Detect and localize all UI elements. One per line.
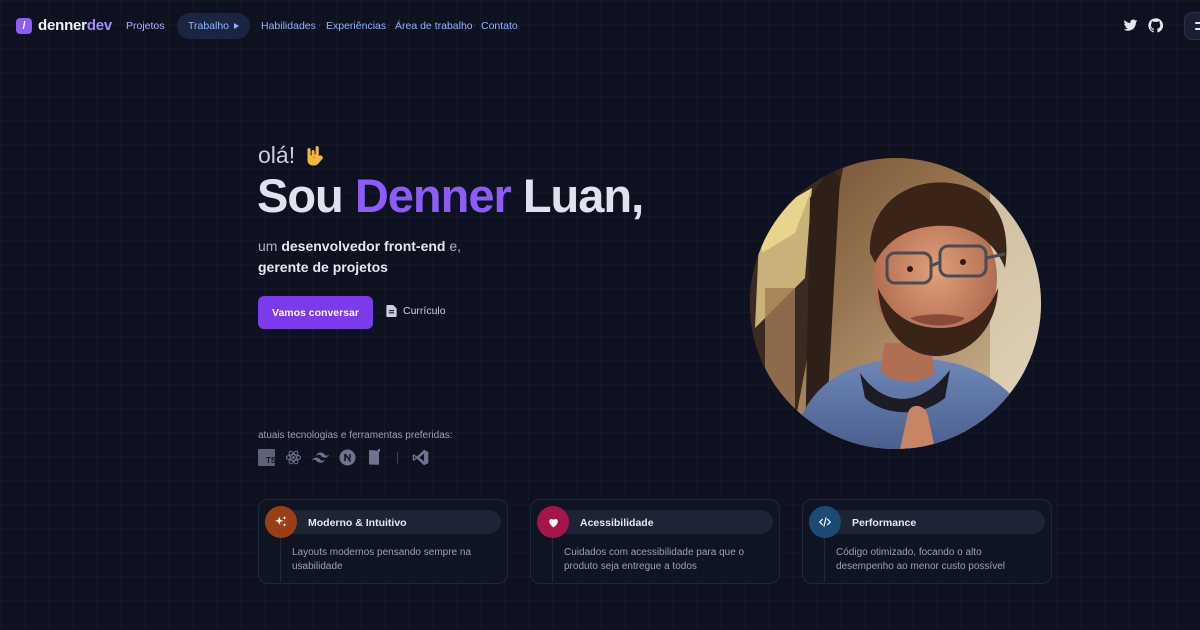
headline-suffix: Luan, <box>510 169 644 222</box>
subtitle: um desenvolvedor front-end e, gerente de … <box>258 236 461 278</box>
nextjs-icon <box>339 449 356 466</box>
code-icon <box>809 506 841 538</box>
headline-prefix: Sou <box>257 169 355 222</box>
resume-link[interactable]: Currículo <box>386 305 446 317</box>
logo-name: denner <box>38 17 87 34</box>
nav-workspace-link[interactable]: Área de trabalho <box>395 20 473 32</box>
headline: Sou Denner Luan, <box>257 168 644 223</box>
subtitle-role-1: desenvolvedor front-end <box>281 238 446 254</box>
vscode-icon <box>412 449 429 466</box>
tech-icons: TS <box>258 449 429 466</box>
document-icon <box>386 305 397 317</box>
nav-separator: · <box>473 20 477 31</box>
feature-card-modern: Moderno & Intuitivo Layouts modernos pen… <box>258 499 508 584</box>
tailwind-icon <box>312 449 329 466</box>
feature-card-accessibility: Acessibilidade Cuidados com acessibilida… <box>530 499 780 584</box>
nav-work-label: Trabalho <box>187 20 230 32</box>
card-connector <box>280 538 281 582</box>
resume-label: Currículo <box>403 305 446 317</box>
card-connector <box>824 538 825 582</box>
nav-separator: · <box>387 20 391 31</box>
tech-divider <box>397 451 398 464</box>
play-icon <box>234 23 240 29</box>
nav-separator: · <box>318 20 322 31</box>
card-description: Cuidados com acessibilidade para que o p… <box>564 547 745 572</box>
storybook-icon <box>366 449 383 466</box>
card-title: Acessibilidade <box>580 517 654 529</box>
menu-button[interactable] <box>1184 12 1200 40</box>
typescript-icon: TS <box>258 449 275 466</box>
logo-text: dennerdev <box>38 17 112 34</box>
greeting-text: olá! <box>258 142 296 168</box>
feature-card-performance: Performance Código otimizado, focando o … <box>802 499 1052 584</box>
twitter-icon[interactable] <box>1123 18 1138 33</box>
card-header <box>809 510 1045 534</box>
card-header <box>537 510 773 534</box>
profile-photo <box>750 158 1041 449</box>
subtitle-part: e, <box>445 238 462 254</box>
tech-label: atuais tecnologias e ferramentas preferi… <box>258 430 453 441</box>
logo-accent: dev <box>86 17 113 34</box>
card-connector <box>552 538 553 582</box>
hamburger-icon <box>1195 28 1200 30</box>
nav-skills-link[interactable]: Habilidades <box>261 20 316 32</box>
subtitle-part: um <box>258 238 282 254</box>
subtitle-role-2: gerente de projetos <box>258 259 388 275</box>
nav-work-pill[interactable]: Trabalho <box>177 13 250 39</box>
card-description: Código otimizado, focando o alto desempe… <box>836 547 1005 572</box>
nav-contact-link[interactable]: Contato <box>481 20 518 32</box>
heart-icon <box>537 506 569 538</box>
logo[interactable]: / dennerdev <box>16 17 112 34</box>
card-title: Performance <box>852 517 917 529</box>
card-title: Moderno & Intuitivo <box>308 517 407 529</box>
rock-hand-icon <box>307 145 323 166</box>
card-description: Layouts modernos pensando sempre na usab… <box>292 547 472 572</box>
headline-name: Denner <box>354 169 512 222</box>
logo-mark: / <box>16 17 32 34</box>
svg-text:TS: TS <box>266 456 275 465</box>
hamburger-icon <box>1195 22 1200 24</box>
nav-experiences-link[interactable]: Experiências <box>326 20 386 32</box>
github-icon[interactable] <box>1148 18 1163 33</box>
nav-projects-link[interactable]: Projetos <box>126 20 165 32</box>
lets-talk-button[interactable]: Vamos conversar <box>258 296 373 329</box>
sparkles-icon <box>265 506 297 538</box>
greeting: olá! <box>258 142 327 169</box>
react-icon <box>285 449 302 466</box>
top-navigation: / dennerdev Projetos Trabalho Habilidade… <box>0 0 1200 52</box>
